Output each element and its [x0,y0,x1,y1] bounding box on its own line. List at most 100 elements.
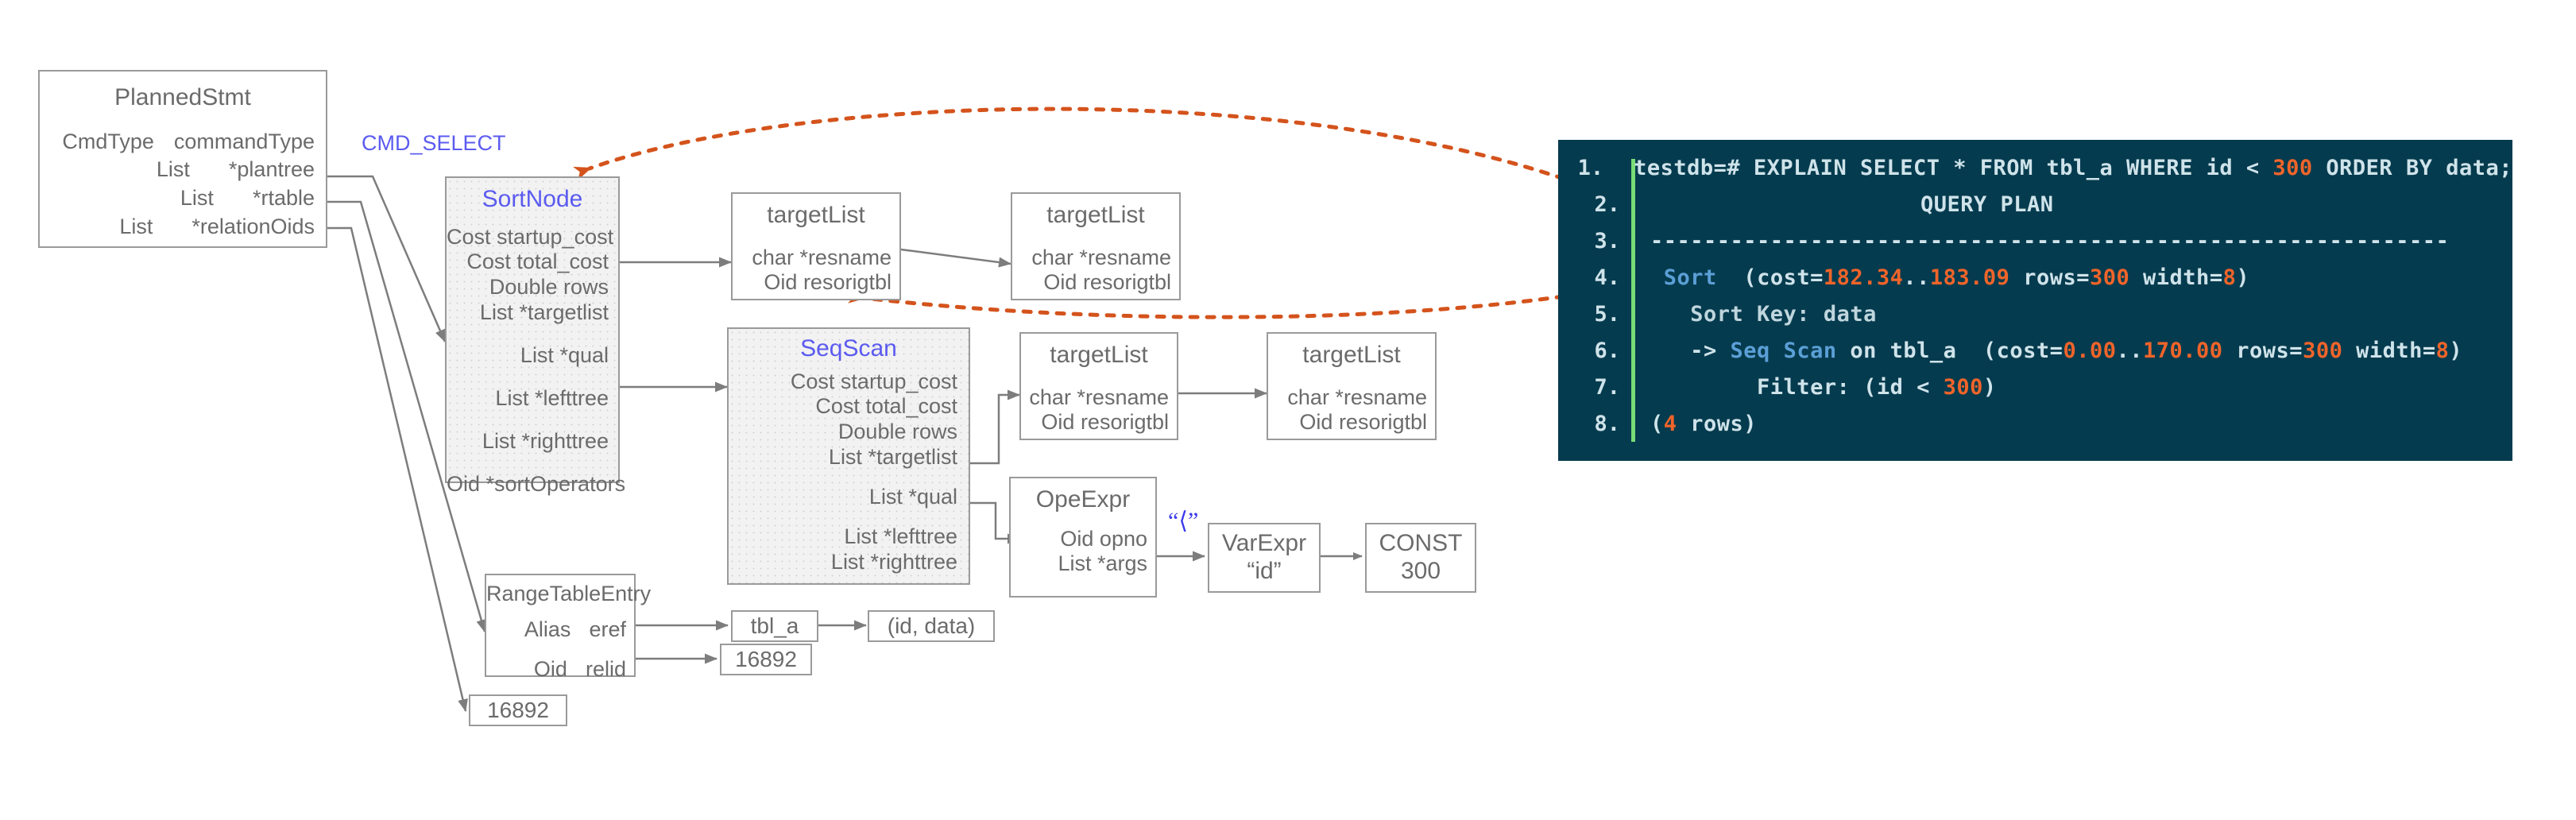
field-name: *rtable [252,186,315,211]
sort-node-field: Cost startup_cost [447,224,614,249]
var-expr-value: “id” [1247,557,1282,584]
field-name: *plantree [228,157,315,182]
terminal-line-number: 1. [1577,155,1604,180]
table-name-box: tbl_a [731,610,818,642]
terminal-line-number: 8. [1594,411,1620,436]
terminal-token: width= [2342,338,2436,363]
terminal-line: 8. (4 rows) [1558,405,2512,442]
terminal-token: Sort Key: data [1650,301,1877,327]
field-type: CmdType [62,129,154,153]
target-list-field: char *resname [1287,385,1427,409]
terminal-token: -> [1650,338,1731,363]
target-list-title: targetList [1046,202,1145,228]
terminal-line: 3. --------------------------------------… [1558,222,2512,259]
terminal-token: 300 [2272,155,2313,180]
var-expr-box: VarExpr “id” [1208,523,1321,593]
target-list-field: char *resname [752,245,892,269]
terminal-panel[interactable]: 1. testdb=# EXPLAIN SELECT * FROM tbl_a W… [1558,140,2512,461]
sort-node-field: Cost total_cost [466,249,609,274]
sort-node-field: Oid *sortOperators [447,471,626,496]
terminal-line-number: 5. [1594,301,1620,327]
target-list-box-1: targetList char *resname Oid resorigtbl [731,192,901,300]
terminal-token: 170.00 [2142,338,2223,363]
terminal-token: Seq Scan [1730,338,1837,363]
target-list-box-3: targetList char *resname Oid resorigtbl [1019,332,1178,440]
terminal-line-number: 4. [1594,265,1620,290]
terminal-token: ORDER BY data; [2312,155,2512,180]
sort-node-field: List *qual [520,342,609,367]
planned-stmt-title: PlannedStmt [114,84,251,110]
terminal-token: 183.09 [1929,265,2010,290]
sort-node-title: SortNode [482,186,583,212]
terminal-token: ( [1650,411,1664,436]
field-name: relid [585,656,626,681]
terminal-token: ) [2449,338,2463,363]
terminal-token: QUERY PLAN [1920,191,2054,217]
terminal-line-code: Sort (cost=182.34..183.09 rows=300 width… [1650,265,2249,290]
terminal-token: 300 [2303,338,2343,363]
seq-scan-field: Double rows [837,420,957,444]
terminal-line-number: 2. [1594,191,1620,217]
target-list-box-4: targetList char *resname Oid resorigtbl [1267,332,1437,440]
terminal-token: .. [1903,265,1930,290]
field-type: Oid [533,656,567,681]
target-list-field: Oid resorigtbl [764,270,892,295]
terminal-token: rows= [2222,338,2303,363]
terminal-line-code: Filter: (id < 300) [1650,375,1997,400]
rte-field: Alias eref [486,617,626,643]
terminal-line: 4. Sort (cost=182.34..183.09 rows=300 wi… [1558,259,2512,296]
cmd-select-label: CMD_SELECT [362,131,506,155]
planned-stmt-field: List *plantree [40,157,315,183]
target-list-title: targetList [1302,342,1401,368]
terminal-token: ) [2236,265,2250,290]
terminal-token: Sort [1663,265,1717,290]
const-title: CONST [1379,530,1463,556]
terminal-line-code: (4 rows) [1650,412,1757,436]
ope-expr-field: List *args [1058,551,1147,576]
planned-stmt-field: List *relationOids [40,215,315,240]
target-list-title: targetList [767,202,865,228]
var-expr-title: VarExpr [1221,530,1307,556]
terminal-token: (cost= [1716,265,1824,290]
sort-node-field: List *lefttree [495,385,609,410]
terminal-token: 4 [1663,411,1677,436]
target-list-title: targetList [1050,342,1148,368]
terminal-token: 8 [2435,338,2450,363]
terminal-line-code: Sort Key: data [1650,302,1877,327]
target-list-box-2: targetList char *resname Oid resorigtbl [1011,192,1181,300]
terminal-token: .. [2116,338,2143,363]
field-type: List [156,157,190,182]
planned-stmt-field: List *rtable [40,186,315,211]
ope-expr-field: Oid opno [1060,526,1147,551]
seq-scan-field: List *righttree [830,549,957,574]
sort-node-field: List *targetlist [479,300,609,325]
terminal-line: 7. Filter: (id < 300) [1558,369,2512,405]
sort-node-box: SortNode Cost startup_cost Cost total_co… [445,176,625,496]
field-name: *relationOids [191,215,315,239]
terminal-line-number: 7. [1594,374,1620,400]
seq-scan-field: Cost startup_cost [790,369,957,393]
target-list-field: char *resname [1029,385,1169,409]
terminal-line-number: 6. [1594,338,1620,363]
target-list-field: Oid resorigtbl [1041,410,1169,435]
sort-node-field: Double rows [489,275,609,300]
field-type: Alias [524,617,571,642]
terminal-line-code: -> Seq Scan on tbl_a (cost=0.00..170.00 … [1650,338,2462,363]
columns-box: (id, data) [868,610,995,642]
const-value: 300 [1400,557,1441,584]
diagram-canvas: PlannedStmt CmdType commandType List *pl… [0,0,2576,820]
terminal-line: 6. -> Seq Scan on tbl_a (cost=0.00..170.… [1558,332,2512,369]
range-table-entry-title: RangeTableEntry [486,582,652,605]
target-list-field: char *resname [1031,245,1171,269]
seq-scan-field: List *qual [868,484,957,509]
terminal-token: rows) [1677,411,1758,436]
target-list-field: Oid resorigtbl [1299,410,1427,435]
terminal-token: 0.00 [2063,338,2117,363]
planned-stmt-field: CmdType commandType [40,130,315,155]
field-type: List [180,186,214,211]
terminal-line-code: testdb=# EXPLAIN SELECT * FROM tbl_a WHE… [1634,156,2512,180]
planned-stmt-box: PlannedStmt CmdType commandType List *pl… [38,70,327,248]
terminal-token: Filter: (id < [1650,374,1944,400]
terminal-token: rows= [2009,265,2090,290]
relation-oid-box: 16892 [469,694,567,726]
